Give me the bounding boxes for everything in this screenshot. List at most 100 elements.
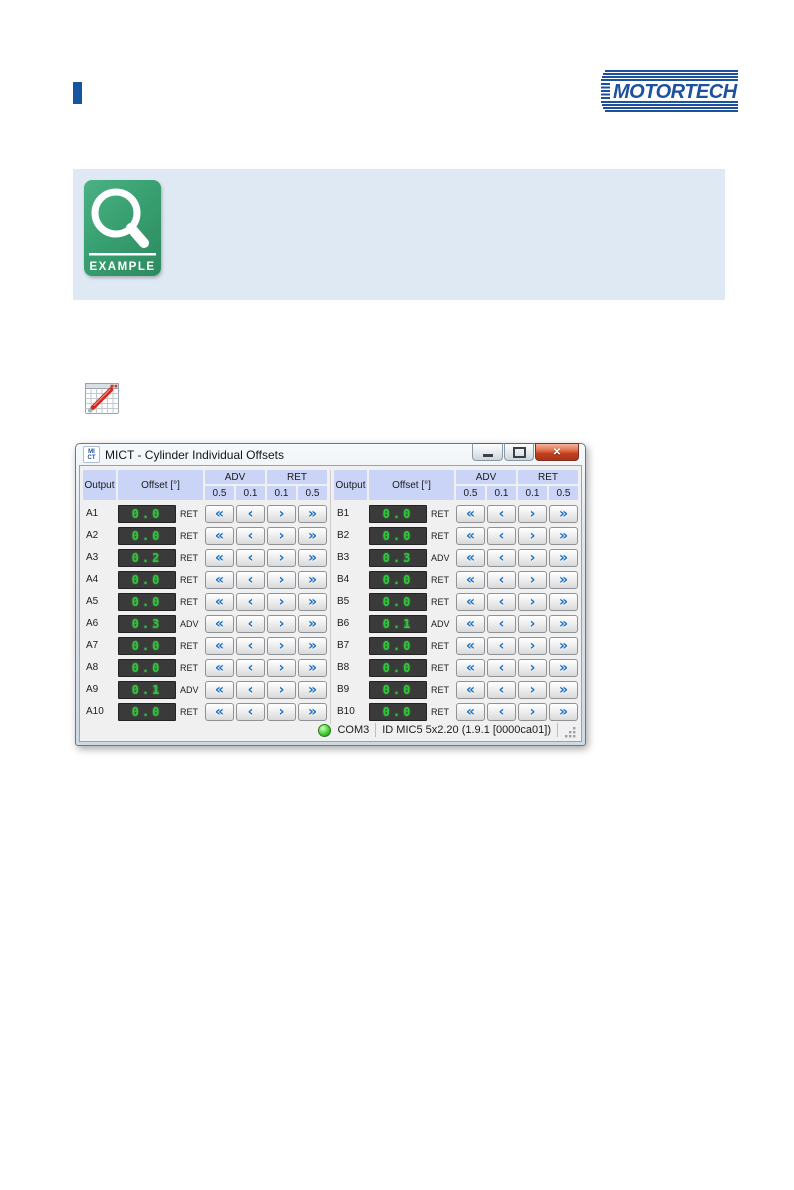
ret-small-step-button[interactable]: › xyxy=(518,504,547,523)
adv-small-step-button[interactable]: ‹ xyxy=(487,504,516,523)
ret-large-step-button[interactable]: » xyxy=(298,680,327,699)
adv-large-step-button[interactable]: « xyxy=(456,526,485,545)
offset-display: 0.0 xyxy=(118,702,176,721)
offset-display: 0.0 xyxy=(118,504,176,523)
adv-large-step-button[interactable]: « xyxy=(456,504,485,523)
close-icon: ✕ xyxy=(552,446,562,458)
ret-small-step-button[interactable]: › xyxy=(518,658,547,677)
adv-large-step-button[interactable]: « xyxy=(205,680,234,699)
minimize-button[interactable] xyxy=(472,443,503,461)
ret-large-step-button[interactable]: » xyxy=(549,504,578,523)
ret-small-step-button[interactable]: › xyxy=(518,592,547,611)
ret-large-step-button[interactable]: » xyxy=(549,636,578,655)
adv-small-step-button[interactable]: ‹ xyxy=(487,702,516,721)
ret-small-step-button[interactable]: › xyxy=(267,570,296,589)
adv-large-step-button[interactable]: « xyxy=(205,658,234,677)
ret-large-step-button[interactable]: » xyxy=(549,548,578,567)
adv-small-step-button[interactable]: ‹ xyxy=(236,570,265,589)
adv-large-step-button[interactable]: « xyxy=(205,614,234,633)
adv-large-step-button[interactable]: « xyxy=(205,592,234,611)
adv-small-step-button[interactable]: ‹ xyxy=(487,592,516,611)
direction-label: RET xyxy=(180,552,198,563)
ret-large-step-button[interactable]: » xyxy=(298,526,327,545)
adv-small-step-button[interactable]: ‹ xyxy=(487,526,516,545)
close-button[interactable]: ✕ xyxy=(535,443,579,461)
adv-small-step-button[interactable]: ‹ xyxy=(236,614,265,633)
adv-large-step-button[interactable]: « xyxy=(456,570,485,589)
ret-large-step-button[interactable]: » xyxy=(549,702,578,721)
ret-large-step-button[interactable]: » xyxy=(298,570,327,589)
cylinder-row-b3: B3 0.3 ADV «‹›» xyxy=(334,548,578,567)
direction-label: RET xyxy=(431,706,449,717)
adv-small-step-button[interactable]: ‹ xyxy=(236,702,265,721)
ret-small-step-button[interactable]: › xyxy=(267,702,296,721)
ret-small-step-button[interactable]: › xyxy=(267,548,296,567)
ret-small-step-button[interactable]: › xyxy=(518,570,547,589)
ret-large-step-button[interactable]: » xyxy=(298,504,327,523)
adv-small-step-button[interactable]: ‹ xyxy=(236,658,265,677)
ret-large-step-button[interactable]: » xyxy=(298,636,327,655)
ret-large-step-button[interactable]: » xyxy=(549,614,578,633)
resize-grip[interactable] xyxy=(564,726,577,739)
adv-small-step-button[interactable]: ‹ xyxy=(236,548,265,567)
adv-small-step-button[interactable]: ‹ xyxy=(487,636,516,655)
ret-large-step-button[interactable]: » xyxy=(298,548,327,567)
ret-small-step-button[interactable]: › xyxy=(518,636,547,655)
adv-large-step-button[interactable]: « xyxy=(456,548,485,567)
direction-label: RET xyxy=(431,684,449,695)
adv-small-step-button[interactable]: ‹ xyxy=(487,614,516,633)
adv-large-step-button[interactable]: « xyxy=(456,658,485,677)
status-bar: COM3 ID MIC5 5x2.20 (1.9.1 [0000ca01]) xyxy=(318,721,579,739)
adv-small-step-button[interactable]: ‹ xyxy=(487,570,516,589)
column-header-adv: ADV xyxy=(205,470,265,484)
adv-large-step-button[interactable]: « xyxy=(205,548,234,567)
motortech-logo-text: MOTORTECH xyxy=(613,81,738,103)
ret-large-step-button[interactable]: » xyxy=(549,570,578,589)
ret-small-step-button[interactable]: › xyxy=(518,526,547,545)
ret-small-step-button[interactable]: › xyxy=(518,614,547,633)
ret-large-step-button[interactable]: » xyxy=(298,592,327,611)
ret-large-step-button[interactable]: » xyxy=(549,526,578,545)
ret-large-step-button[interactable]: » xyxy=(549,680,578,699)
adv-small-step-button[interactable]: ‹ xyxy=(487,680,516,699)
adv-large-step-button[interactable]: « xyxy=(205,570,234,589)
adv-large-step-button[interactable]: « xyxy=(205,504,234,523)
ret-small-step-button[interactable]: › xyxy=(267,680,296,699)
ret-large-step-button[interactable]: » xyxy=(549,592,578,611)
adv-large-step-button[interactable]: « xyxy=(456,636,485,655)
cylinder-row-b2: B2 0.0 RET «‹›» xyxy=(334,526,578,545)
ret-large-step-button[interactable]: » xyxy=(298,702,327,721)
cylinder-row-b5: B5 0.0 RET «‹›» xyxy=(334,592,578,611)
ret-large-step-button[interactable]: » xyxy=(549,658,578,677)
maximize-button[interactable] xyxy=(504,443,534,461)
adv-small-step-button[interactable]: ‹ xyxy=(487,548,516,567)
ret-small-step-button[interactable]: › xyxy=(518,548,547,567)
adv-small-step-button[interactable]: ‹ xyxy=(236,504,265,523)
adv-large-step-button[interactable]: « xyxy=(456,614,485,633)
adv-large-step-button[interactable]: « xyxy=(205,526,234,545)
ret-small-step-button[interactable]: › xyxy=(267,614,296,633)
adv-small-step-button[interactable]: ‹ xyxy=(236,526,265,545)
adv-small-step-button[interactable]: ‹ xyxy=(236,636,265,655)
ret-small-step-button[interactable]: › xyxy=(518,702,547,721)
ret-small-step-button[interactable]: › xyxy=(267,504,296,523)
direction-label: RET xyxy=(180,508,198,519)
adv-small-step-button[interactable]: ‹ xyxy=(236,592,265,611)
offset-cell: 0.0 RET xyxy=(369,680,454,699)
adv-large-step-button[interactable]: « xyxy=(456,702,485,721)
ret-small-step-button[interactable]: › xyxy=(518,680,547,699)
step-header: 0.1 xyxy=(518,486,547,500)
adv-small-step-button[interactable]: ‹ xyxy=(487,658,516,677)
adv-large-step-button[interactable]: « xyxy=(456,592,485,611)
window-titlebar[interactable]: MI CT MICT - Cylinder Individual Offsets… xyxy=(76,443,585,465)
ret-small-step-button[interactable]: › xyxy=(267,636,296,655)
adv-small-step-button[interactable]: ‹ xyxy=(236,680,265,699)
ret-small-step-button[interactable]: › xyxy=(267,592,296,611)
ret-large-step-button[interactable]: » xyxy=(298,658,327,677)
ret-small-step-button[interactable]: › xyxy=(267,526,296,545)
adv-large-step-button[interactable]: « xyxy=(205,702,234,721)
adv-large-step-button[interactable]: « xyxy=(456,680,485,699)
ret-large-step-button[interactable]: » xyxy=(298,614,327,633)
ret-small-step-button[interactable]: › xyxy=(267,658,296,677)
adv-large-step-button[interactable]: « xyxy=(205,636,234,655)
